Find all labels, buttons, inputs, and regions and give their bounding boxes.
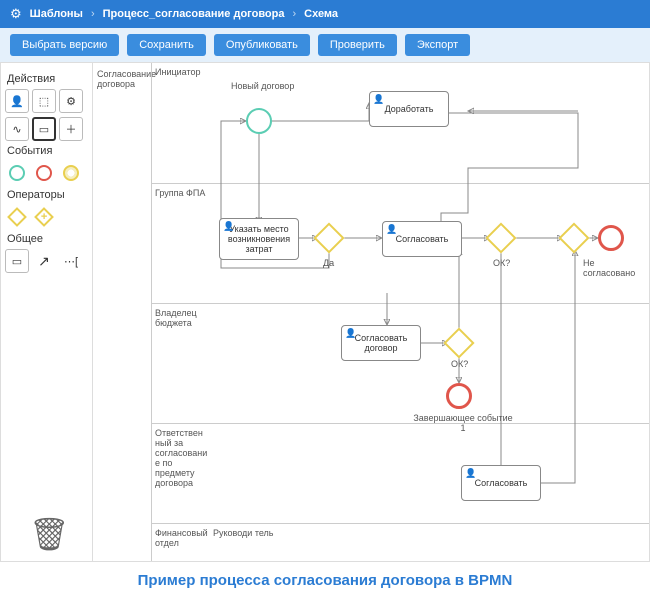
pal-end-event-icon[interactable]: [32, 161, 56, 185]
pal-start-event-icon[interactable]: [5, 161, 29, 185]
task-cost-place[interactable]: 👤Указать место возникновения затрат: [219, 218, 299, 260]
editor-main: Действия 👤 ⬚ ⚙ ∿ ▭ ＋ События Операторы +…: [0, 62, 650, 562]
task-label: Доработать: [385, 104, 434, 114]
lane-finance: Финансовый отдел Руководи тель: [151, 523, 649, 561]
palette-events-label: События: [7, 145, 88, 157]
pal-script-task-icon[interactable]: ⬚: [32, 89, 56, 113]
pal-rect-icon[interactable]: ▭: [32, 117, 56, 141]
task-label: Согласовать: [475, 478, 528, 488]
pal-wave-icon[interactable]: ∿: [5, 117, 29, 141]
lane-label: Владелец бюджета: [155, 308, 207, 328]
pal-settings-icon[interactable]: ⚙: [59, 89, 83, 113]
pal-timer-event-icon[interactable]: [59, 161, 83, 185]
pal-connector-icon[interactable]: ⋯[: [59, 249, 83, 273]
pal-plus-icon[interactable]: ＋: [59, 117, 83, 141]
end-event-terminate[interactable]: [446, 383, 472, 409]
gw-label-ok2: ОК?: [451, 359, 468, 369]
lane5-role: Руководи тель: [213, 528, 273, 538]
lane-label: Группа ФПА: [155, 188, 207, 198]
check-button[interactable]: Проверить: [318, 34, 397, 56]
toolbar: Выбрать версию Сохранить Опубликовать Пр…: [0, 28, 650, 62]
palette-general-label: Общее: [7, 233, 88, 245]
lane-label: Инициатор: [155, 67, 207, 77]
user-icon: 👤: [223, 221, 234, 232]
task-rework[interactable]: 👤Доработать: [369, 91, 449, 127]
lane-budget-owner: Владелец бюджета: [151, 303, 649, 423]
user-icon: 👤: [373, 94, 384, 105]
start-event[interactable]: [246, 108, 272, 134]
gw-label-ok1: ОК?: [493, 258, 510, 268]
palette-actions-label: Действия: [7, 73, 88, 85]
palette: Действия 👤 ⬚ ⚙ ∿ ▭ ＋ События Операторы +…: [1, 63, 93, 561]
pool-label: Согласование договора: [97, 69, 149, 89]
pal-gateway-icon[interactable]: [5, 205, 29, 229]
end-event-not-approved[interactable]: [598, 225, 624, 251]
user-icon: 👤: [386, 224, 397, 235]
trash-icon[interactable]: 🗑: [29, 515, 70, 553]
lane-label: Финансовый отдел: [155, 528, 207, 548]
task-approve-3[interactable]: 👤Согласовать: [461, 465, 541, 501]
end-lbl-not-approved: Не согласовано: [583, 258, 649, 278]
breadcrumb-root[interactable]: Шаблоны: [30, 8, 83, 20]
gw-label-da: Да: [323, 258, 334, 268]
task-approve-contract[interactable]: 👤Согласовать договор: [341, 325, 421, 361]
pal-user-task-icon[interactable]: 👤: [5, 89, 29, 113]
lane-label: Ответствен ный за согласовани е по предм…: [155, 428, 207, 488]
lane-subject-responsible: Ответствен ный за согласовани е по предм…: [151, 423, 649, 523]
pal-gateway-plus-icon[interactable]: +: [32, 205, 56, 229]
chevron-right-icon: ›: [293, 8, 297, 20]
bpmn-canvas[interactable]: Согласование договора Инициатор Группа Ф…: [93, 63, 649, 561]
palette-operators-label: Операторы: [7, 189, 88, 201]
breadcrumb-schema[interactable]: Схема: [304, 8, 338, 20]
select-version-button[interactable]: Выбрать версию: [10, 34, 119, 56]
breadcrumb: ⚙ Шаблоны › Процесс_согласование договор…: [0, 0, 650, 28]
pal-arrow-icon[interactable]: ↗: [32, 249, 56, 273]
task-approve-1[interactable]: 👤Согласовать: [382, 221, 462, 257]
user-icon: 👤: [465, 468, 476, 479]
breadcrumb-process[interactable]: Процесс_согласование договора: [103, 8, 285, 20]
caption: Пример процесса согласования договора в …: [0, 562, 650, 595]
user-icon: 👤: [345, 328, 356, 339]
task-label: Согласовать: [396, 234, 449, 244]
end-lbl-terminate: Завершающее событие 1: [413, 413, 513, 433]
publish-button[interactable]: Опубликовать: [214, 34, 310, 56]
chevron-right-icon: ›: [91, 8, 95, 20]
export-button[interactable]: Экспорт: [405, 34, 470, 56]
gear-icon[interactable]: ⚙: [10, 6, 22, 22]
pal-rect2-icon[interactable]: ▭: [5, 249, 29, 273]
save-button[interactable]: Сохранить: [127, 34, 206, 56]
start-event-label: Новый договор: [231, 81, 294, 91]
